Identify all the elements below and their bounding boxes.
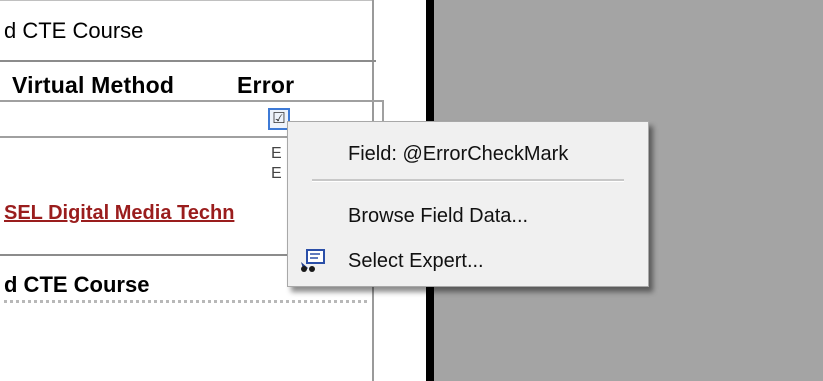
context-menu: Field: @ErrorCheckMark Browse Field Data… xyxy=(287,121,649,287)
column-header-virtual-method[interactable]: Virtual Method xyxy=(12,72,174,99)
checkmark-icon: ☑ xyxy=(272,110,286,127)
menu-field-label: Field: @ErrorCheckMark xyxy=(348,143,569,165)
section-dotted-line xyxy=(4,300,367,303)
field-letter: E xyxy=(271,145,282,162)
select-expert-icon xyxy=(298,248,328,274)
section-title-top: d CTE Course xyxy=(4,18,144,43)
top-border xyxy=(0,0,372,1)
section-title-bottom: d CTE Course xyxy=(4,272,150,297)
menu-separator xyxy=(312,179,624,182)
menu-item-browse-field-data[interactable]: Browse Field Data... xyxy=(348,205,528,228)
menu-item-select-expert[interactable]: Select Expert... xyxy=(348,250,484,273)
column-header-error[interactable]: Error xyxy=(237,72,294,99)
course-link[interactable]: SEL Digital Media Techn xyxy=(4,202,234,225)
field-letter: E xyxy=(271,165,282,182)
header-divider xyxy=(0,60,376,62)
